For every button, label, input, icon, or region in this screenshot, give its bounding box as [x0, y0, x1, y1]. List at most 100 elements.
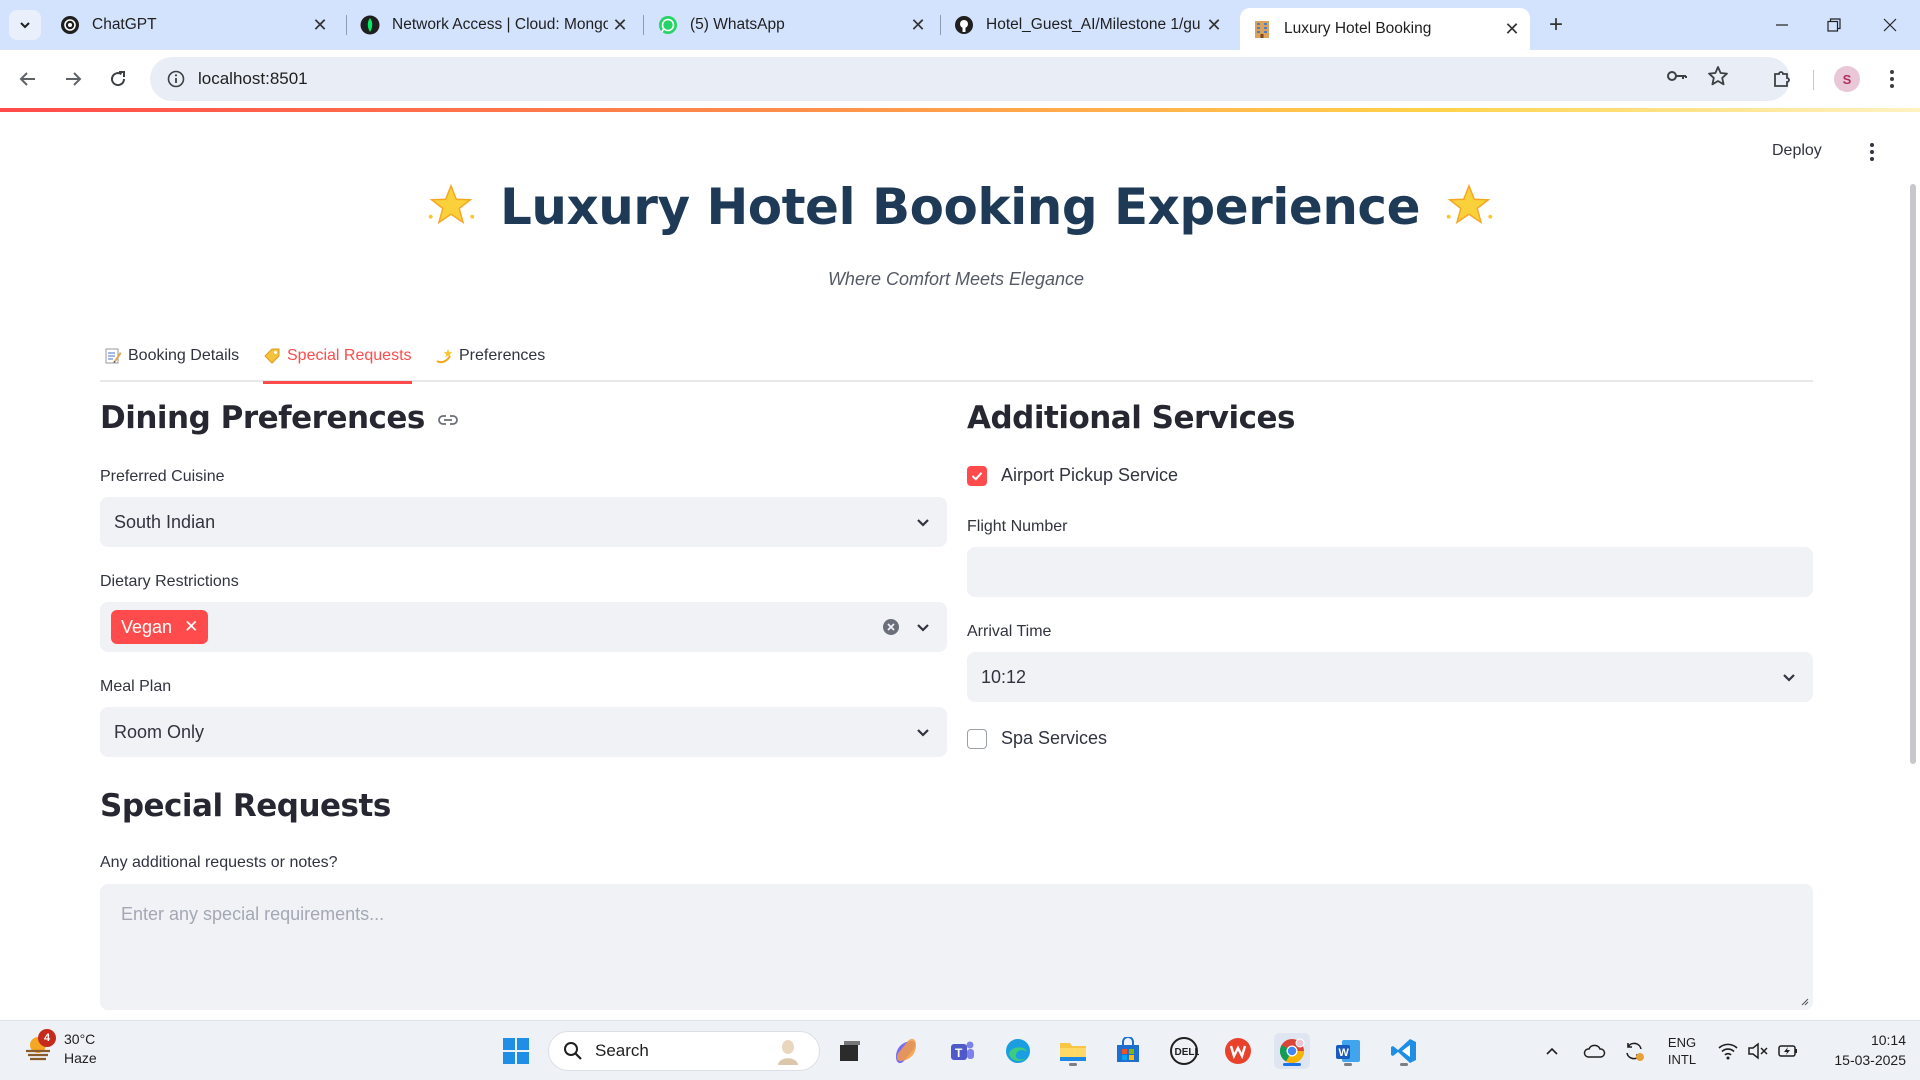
onedrive-cloud-icon[interactable]	[1578, 1035, 1610, 1067]
close-window-icon[interactable]	[1870, 10, 1910, 40]
resize-handle-icon[interactable]	[1799, 996, 1809, 1006]
tab-special-requests[interactable]: Special Requests	[263, 330, 412, 384]
lang-bottom: INTL	[1667, 1052, 1697, 1067]
notification-badge: 4	[38, 1029, 56, 1047]
tab-label: Preferences	[459, 347, 546, 364]
new-tab-plus-icon[interactable]: +	[1542, 11, 1570, 38]
spa-services-checkbox[interactable]: Spa Services	[967, 728, 1107, 749]
browser-menu-kebab-icon[interactable]	[1878, 65, 1906, 93]
dietary-restrictions-multiselect[interactable]: Vegan ✕	[100, 602, 947, 652]
windows-taskbar: 4 30°C Haze Search T DELL W ENG INTL 10:…	[0, 1020, 1920, 1080]
copilot-icon[interactable]	[888, 1033, 924, 1069]
word-icon[interactable]: W	[1330, 1033, 1366, 1069]
anchor-link-icon[interactable]	[437, 413, 459, 427]
windows-start-icon[interactable]	[498, 1033, 534, 1069]
battery-charging-icon[interactable]	[1774, 1035, 1802, 1067]
sync-update-icon[interactable]	[1618, 1035, 1650, 1067]
show-hidden-icons-chevron-icon[interactable]	[1538, 1035, 1566, 1067]
close-tab-icon[interactable]: ✕	[1202, 13, 1226, 37]
flight-number-label: Flight Number	[967, 518, 1068, 535]
textarea-placeholder: Enter any special requirements...	[121, 904, 385, 924]
airport-pickup-checkbox[interactable]: Airport Pickup Service	[967, 465, 1178, 486]
address-bar[interactable]: localhost:8501	[150, 57, 1790, 101]
language-indicator[interactable]: ENG INTL	[1660, 1035, 1704, 1067]
url-text: localhost:8501	[198, 69, 308, 88]
meal-plan-select[interactable]: Room Only	[100, 707, 947, 757]
section-title: Dining Preferences	[100, 400, 425, 436]
weather-desc: Haze	[64, 1050, 97, 1066]
browser-tab-luxury-hotel[interactable]: Luxury Hotel Booking ✕	[1240, 8, 1530, 50]
back-arrow-icon[interactable]	[13, 64, 43, 94]
edge-browser-icon[interactable]	[1000, 1033, 1036, 1069]
browser-tab-github[interactable]: Hotel_Guest_AI/Milestone 1/gu ✕	[942, 8, 1232, 42]
flight-number-input[interactable]	[967, 547, 1813, 597]
minimize-window-icon[interactable]	[1762, 10, 1802, 40]
preferred-cuisine-select[interactable]: South Indian	[100, 497, 947, 547]
tab-preferences[interactable]: Preferences	[435, 330, 545, 382]
special-requests-textarea[interactable]: Enter any special requirements...	[100, 884, 1813, 1010]
app-menu-kebab-icon[interactable]	[1862, 140, 1882, 164]
reload-icon[interactable]	[103, 64, 133, 94]
special-requests-heading: Special Requests	[100, 788, 391, 824]
tab-booking-details[interactable]: Booking Details	[104, 330, 239, 382]
hotel-building-icon	[1252, 19, 1272, 39]
clear-all-icon[interactable]	[881, 617, 901, 637]
tab-divider	[346, 15, 347, 35]
checkbox-label: Airport Pickup Service	[1001, 465, 1179, 485]
extensions-puzzle-icon[interactable]	[1768, 65, 1796, 93]
select-value: South Indian	[114, 511, 216, 532]
running-indicator	[1344, 1063, 1352, 1066]
github-icon	[954, 15, 974, 35]
task-view-icon[interactable]	[832, 1033, 868, 1069]
checkbox-label: Spa Services	[1001, 728, 1108, 748]
select-value: 10:12	[981, 666, 1027, 687]
arrival-time-select[interactable]: 10:12	[967, 652, 1813, 702]
wps-office-icon[interactable]	[1220, 1033, 1256, 1069]
browser-tab-whatsapp[interactable]: (5) WhatsApp ✕	[646, 8, 936, 42]
weather-text: 30°C Haze	[64, 1030, 97, 1068]
svg-text:W: W	[1339, 1047, 1350, 1059]
dell-icon[interactable]: DELL	[1166, 1033, 1202, 1069]
password-key-icon[interactable]	[1663, 62, 1691, 90]
file-explorer-icon[interactable]	[1055, 1033, 1091, 1069]
checkbox-unchecked-icon[interactable]	[967, 728, 987, 749]
wifi-icon[interactable]	[1714, 1035, 1742, 1067]
taskbar-search-box[interactable]: Search	[548, 1031, 820, 1071]
browser-tab-chatgpt[interactable]: ChatGPT ✕	[48, 8, 338, 42]
additional-services-heading: Additional Services	[967, 400, 1295, 436]
chevron-down-icon	[917, 624, 929, 632]
deploy-button[interactable]: Deploy	[1772, 142, 1822, 160]
whatsapp-icon	[658, 15, 678, 35]
teams-icon[interactable]: T	[944, 1033, 980, 1069]
restore-window-icon[interactable]	[1814, 10, 1854, 40]
page-title: Luxury Hotel Booking Experience	[500, 178, 1420, 236]
dietary-restrictions-label: Dietary Restrictions	[100, 573, 239, 590]
system-clock[interactable]: 10:14 15-03-2025	[1806, 1030, 1906, 1070]
vegan-chip[interactable]: Vegan ✕	[111, 610, 209, 644]
chevron-down-icon	[917, 729, 929, 737]
chrome-icon[interactable]	[1274, 1033, 1310, 1069]
profile-avatar[interactable]: S	[1834, 66, 1860, 92]
site-info-icon[interactable]	[164, 67, 188, 91]
close-tab-icon[interactable]: ✕	[906, 13, 930, 37]
running-indicator	[1069, 1063, 1077, 1066]
checkbox-checked-icon[interactable]	[967, 465, 987, 486]
search-icon	[564, 1042, 582, 1060]
close-tab-icon[interactable]: ✕	[608, 13, 632, 37]
close-tab-icon[interactable]: ✕	[308, 13, 332, 37]
close-tab-icon[interactable]: ✕	[1500, 17, 1524, 41]
vscode-icon[interactable]	[1386, 1033, 1422, 1069]
microsoft-store-icon[interactable]	[1110, 1033, 1146, 1069]
remove-chip-icon[interactable]: ✕	[184, 617, 198, 637]
page-subtitle: Where Comfort Meets Elegance	[827, 269, 1085, 289]
bookmark-star-icon[interactable]	[1704, 62, 1732, 90]
select-value: Room Only	[114, 721, 205, 742]
svg-text:DELL: DELL	[1175, 1047, 1200, 1058]
speaker-muted-icon[interactable]	[1744, 1035, 1772, 1067]
forward-arrow-icon[interactable]	[58, 64, 88, 94]
tab-search-button[interactable]	[9, 10, 41, 40]
arrival-time-label: Arrival Time	[967, 623, 1052, 640]
browser-tab-mongodb[interactable]: Network Access | Cloud: Mongo ✕	[348, 8, 638, 42]
weather-widget[interactable]: 4 30°C Haze	[22, 1029, 97, 1068]
app-main: Deploy Luxury Hotel Booking Experience W…	[0, 112, 1920, 1020]
